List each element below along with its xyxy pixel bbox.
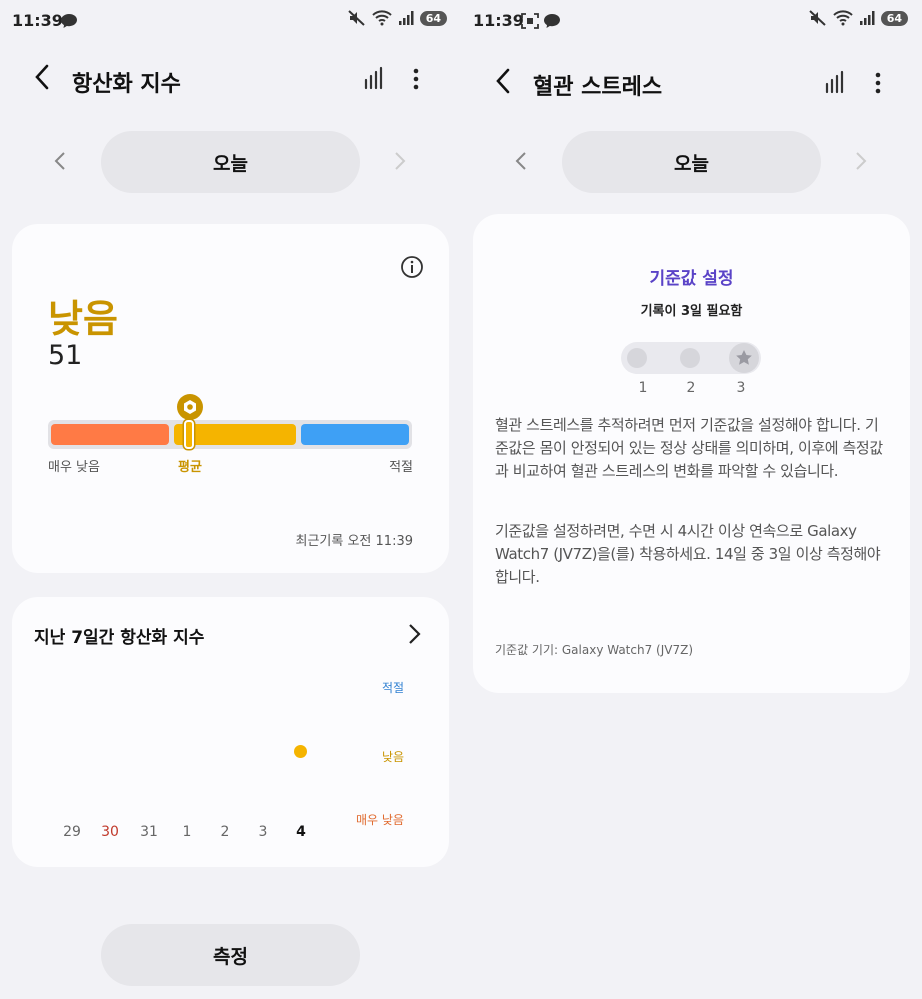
prev-day-icon[interactable] [513,150,529,172]
mute-icon [348,10,365,26]
step-label: 2 [686,380,696,396]
chat-icon [61,14,77,28]
page-title: 혈관 스트레스 [533,75,663,100]
step-dot-2 [680,348,700,368]
step-label: 3 [736,380,746,396]
baseline-device: 기준값 기기: Galaxy Watch7 (JV7Z) [495,643,694,657]
gauge-segment-adequate [301,424,409,445]
chart-icon[interactable] [823,70,847,96]
date-selector[interactable]: 오늘 [101,131,360,193]
recent-record: 최근기록 오전 11:39 [295,534,414,549]
status-bar: 11:39 64 [0,0,461,44]
more-options-icon[interactable] [866,70,890,96]
date-label: 오늘 [213,152,248,175]
star-icon [736,350,752,365]
next-day-icon [856,152,867,170]
status-time: 11:39 [473,11,524,30]
baseline-card: 기준값 설정 기록이 3일 필요함 1 2 3 혈관 스트레스를 추적하려면 먼… [473,214,910,693]
page-title: 항산화 지수 [72,72,181,97]
day-label-today: 4 [296,824,306,840]
day-label: 29 [63,824,81,840]
wifi-icon [832,10,853,26]
marker-badge-icon [177,394,203,420]
battery-icon: 64 [419,10,447,26]
index-value: 51 [48,340,83,371]
baseline-subheading: 기록이 3일 필요함 [640,304,743,319]
level-adequate: 적절 [382,681,405,695]
step-dot-1 [627,348,647,368]
date-selector[interactable]: 오늘 [562,131,821,193]
baseline-instructions: 기준값을 설정하려면, 수면 시 4시간 이상 연속으로 Galaxy Watc… [495,522,881,586]
antioxidant-screen: 11:39 64 항산화 지수 오늘 낮음 51 매우 낮음 평균 적절 최근기… [0,0,461,999]
chart-icon[interactable] [362,66,386,92]
screenshot-icon [521,13,539,29]
data-point-day-4 [294,745,307,758]
signal-icon [859,11,875,25]
gauge-label-very-low: 매우 낮음 [48,460,100,475]
day-label: 3 [258,824,268,840]
chevron-right-icon[interactable] [404,621,424,647]
level-label: 낮음 [48,297,118,341]
weekly-card[interactable]: 지난 7일간 항산화 지수 적절 낮음 매우 낮음 29 30 31 1 2 3… [12,597,449,867]
gauge-marker [184,420,194,449]
step-label: 1 [638,380,648,396]
wifi-icon [371,10,392,26]
day-label: 2 [220,824,230,840]
prev-day-icon[interactable] [52,150,68,172]
gauge-track [48,420,412,449]
battery-icon: 64 [880,10,908,26]
measure-button[interactable]: 측정 [101,924,360,986]
baseline-heading: 기준값 설정 [649,269,734,289]
info-icon[interactable] [400,255,424,279]
status-time: 11:39 [12,11,63,30]
gauge-segment-very-low [51,424,169,445]
back-arrow-icon[interactable] [30,62,54,92]
step-star [729,343,759,373]
gauge-label-adequate: 적절 [389,460,413,475]
more-options-icon[interactable] [404,66,428,92]
vascular-stress-screen: 11:39 64 혈관 스트레스 오늘 기준값 설정 기록이 3일 필요함 1 … [461,0,922,999]
app-header: 항산화 지수 [0,56,461,104]
chat-icon [544,14,560,28]
weekly-title: 지난 7일간 항산화 지수 [34,628,205,648]
next-day-icon [395,152,406,170]
baseline-description: 혈관 스트레스를 추적하려면 먼저 기준값을 설정해야 합니다. 기준값은 몸이… [495,416,883,480]
current-index-card: 낮음 51 매우 낮음 평균 적절 최근기록 오전 11:39 [12,224,449,573]
date-label: 오늘 [674,152,709,175]
level-low: 낮음 [382,750,405,764]
day-label: 1 [182,824,192,840]
day-label: 31 [140,824,158,840]
measure-label: 측정 [213,945,248,968]
gauge-label-average: 평균 [178,460,202,475]
progress-steps [621,342,761,374]
status-bar: 11:39 64 [461,0,922,44]
level-very-low: 매우 낮음 [356,813,404,827]
day-axis: 29 30 31 1 2 3 4 [60,824,340,844]
mute-icon [809,10,826,26]
day-label: 30 [101,824,119,840]
app-header: 혈관 스트레스 [461,56,922,104]
signal-icon [398,11,414,25]
back-arrow-icon[interactable] [491,66,515,96]
